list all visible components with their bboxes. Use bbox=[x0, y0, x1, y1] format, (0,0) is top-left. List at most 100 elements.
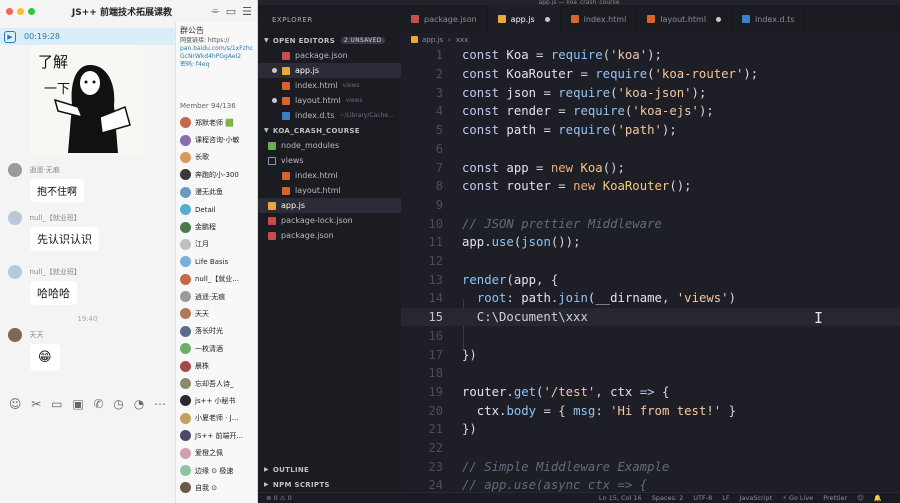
status-item[interactable]: 🔔 bbox=[874, 494, 882, 502]
member-item[interactable]: 落长时光 bbox=[176, 323, 257, 340]
message-bubble[interactable]: 抱不住啊 bbox=[30, 179, 84, 202]
code-line[interactable]: 8 const router = new KoaRouter(); bbox=[401, 177, 900, 196]
code-line[interactable]: 20 ctx.body = { msg: 'Hi from test!' } bbox=[401, 401, 900, 420]
clock-icon[interactable]: ◔ bbox=[134, 397, 144, 411]
project-tree-item[interactable]: app.js bbox=[258, 198, 401, 213]
breadcrumb-file[interactable]: app.js bbox=[422, 36, 443, 44]
member-item[interactable]: 郑默老师 🟩 bbox=[176, 114, 257, 131]
project-tree-item[interactable]: layout.html bbox=[258, 183, 401, 198]
folder-icon[interactable]: ▭ bbox=[226, 5, 236, 18]
status-item[interactable]: LF bbox=[722, 494, 729, 502]
settings-icon[interactable]: ☰ bbox=[242, 5, 252, 18]
code-line[interactable]: 22 bbox=[401, 439, 900, 458]
image-icon[interactable]: ▣ bbox=[72, 397, 83, 411]
message-bubble[interactable]: 😁 bbox=[30, 344, 60, 371]
open-editor-item[interactable]: index.d.ts ~/Library/Cache... bbox=[258, 108, 401, 123]
project-tree-item[interactable]: package-lock.json bbox=[258, 213, 401, 228]
code-line[interactable]: 15 C:\Document\xxx bbox=[401, 307, 900, 327]
message-bubble[interactable]: 先认识认识 bbox=[30, 227, 99, 251]
code-line[interactable]: 14 root: path.join(__dirname, 'views') bbox=[401, 289, 900, 308]
unsaved-dot-icon[interactable] bbox=[272, 68, 277, 73]
code-line[interactable]: 12 bbox=[401, 252, 900, 271]
code-line[interactable]: 1 const Koa = require('koa'); bbox=[401, 46, 900, 65]
message-bubble[interactable]: 哈哈哈 bbox=[30, 281, 77, 305]
code-editor[interactable]: 1 const Koa = require('koa'); 2 const KoaRo… bbox=[401, 46, 900, 492]
code-line[interactable]: 7 const app = new Koa(); bbox=[401, 158, 900, 177]
member-item[interactable]: 金鹏程 bbox=[176, 218, 257, 235]
code-line[interactable]: 21}) bbox=[401, 420, 900, 439]
unsaved-dot-icon[interactable] bbox=[716, 16, 722, 22]
live-timer-bar[interactable]: ▶ 00:19:28 bbox=[0, 28, 175, 45]
code-line[interactable]: 5 const path = require('path'); bbox=[401, 121, 900, 140]
member-item[interactable]: js++ 小秘书 bbox=[176, 392, 257, 409]
code-line[interactable]: 24 // app.use(async ctx => { bbox=[401, 476, 900, 492]
code-line[interactable]: 10 // JSON prettier Middleware bbox=[401, 214, 900, 233]
member-item[interactable]: 爱橙之佩 bbox=[176, 444, 257, 461]
status-item[interactable]: ⚡ Go Live bbox=[782, 494, 813, 502]
open-editor-item[interactable]: layout.html views bbox=[258, 93, 401, 108]
emoji-icon[interactable]: ☺ bbox=[9, 397, 22, 411]
sticker-image[interactable]: 了解 一下 bbox=[30, 45, 144, 155]
code-line[interactable]: 17}) bbox=[401, 345, 900, 364]
member-item[interactable]: 长歌 bbox=[176, 149, 257, 166]
project-header[interactable]: ▼ KOA_CRASH_COURSE bbox=[258, 123, 401, 138]
minimize-window-button[interactable] bbox=[17, 7, 24, 15]
screen-share-icon[interactable]: ⌯ bbox=[211, 4, 220, 18]
member-item[interactable]: 忘却吾人诗_ bbox=[176, 375, 257, 392]
member-item[interactable]: 小夏老师 · J... bbox=[176, 410, 257, 427]
member-item[interactable]: 一枚清酒 bbox=[176, 340, 257, 357]
more-icon[interactable]: ⋯ bbox=[154, 397, 166, 411]
unsaved-dot-icon[interactable] bbox=[272, 98, 277, 103]
editor-tab[interactable]: index.d.ts bbox=[732, 5, 806, 33]
open-editor-item[interactable]: index.html views bbox=[258, 78, 401, 93]
status-item[interactable]: UTF-8 bbox=[693, 494, 712, 502]
member-item[interactable]: null_【就业... bbox=[176, 271, 257, 288]
status-item[interactable]: Ln 15, Col 16 bbox=[599, 494, 642, 502]
status-item[interactable]: Spaces: 2 bbox=[652, 494, 684, 502]
status-item[interactable]: Prettier bbox=[823, 494, 847, 502]
open-editors-header[interactable]: ▼ OPEN EDITORS 2 UNSAVED bbox=[258, 33, 401, 48]
open-editor-item[interactable]: package.json bbox=[258, 48, 401, 63]
group-notice-link[interactable]: GcNrWkd4hPGgAeI2 bbox=[180, 53, 254, 61]
code-line[interactable]: 13 render(app, { bbox=[401, 270, 900, 289]
member-item[interactable]: 逍遥·无痕 bbox=[176, 288, 257, 305]
close-window-button[interactable] bbox=[6, 7, 13, 15]
code-line[interactable]: 9 bbox=[401, 196, 900, 215]
editor-tab[interactable]: package.json bbox=[401, 5, 488, 33]
breadcrumb-symbol[interactable]: xxx bbox=[456, 36, 468, 44]
open-editor-item[interactable]: app.js bbox=[258, 63, 401, 78]
member-item[interactable]: Life Basis bbox=[176, 253, 257, 270]
unsaved-dot-icon[interactable] bbox=[544, 16, 550, 22]
history-icon[interactable]: ◷ bbox=[113, 397, 123, 411]
code-line[interactable]: 18 bbox=[401, 364, 900, 383]
member-item[interactable]: 天天 bbox=[176, 305, 257, 322]
member-item[interactable]: Detail bbox=[176, 201, 257, 218]
editor-tab[interactable]: index.html bbox=[561, 5, 638, 33]
code-line[interactable]: 19 router.get('/test', ctx => { bbox=[401, 383, 900, 402]
code-line[interactable]: 23 // Simple Middleware Example bbox=[401, 457, 900, 476]
project-tree-item[interactable]: index.html bbox=[258, 168, 401, 183]
group-notice-link[interactable]: pan.baidu.com/s/1xFzhc bbox=[180, 45, 254, 53]
member-item[interactable]: 课程咨询-小敏 bbox=[176, 131, 257, 148]
editor-tab[interactable]: layout.html bbox=[637, 5, 733, 33]
member-item[interactable]: 江月 bbox=[176, 236, 257, 253]
code-line[interactable]: 2 const KoaRouter = require('koa-router')… bbox=[401, 65, 900, 84]
member-item[interactable]: 漫无此鱼 bbox=[176, 184, 257, 201]
avatar[interactable] bbox=[8, 163, 22, 177]
code-line[interactable]: 4 const render = require('koa-ejs'); bbox=[401, 102, 900, 121]
npm-scripts-header[interactable]: ▶ NPM SCRIPTS bbox=[258, 477, 401, 492]
scissors-icon[interactable]: ✂ bbox=[31, 397, 41, 411]
avatar[interactable] bbox=[8, 265, 22, 279]
project-tree-item[interactable]: package.json bbox=[258, 228, 401, 243]
avatar[interactable] bbox=[8, 328, 22, 342]
maximize-window-button[interactable] bbox=[28, 7, 35, 15]
avatar[interactable] bbox=[8, 211, 22, 225]
status-item[interactable]: ☺ bbox=[857, 494, 864, 502]
editor-tab[interactable]: app.js bbox=[487, 5, 561, 33]
phone-icon[interactable]: ✆ bbox=[93, 397, 103, 411]
member-item[interactable]: 自我 ⊙ bbox=[176, 479, 257, 496]
member-item[interactable]: 边缘 ⊙ 极速 bbox=[176, 462, 257, 479]
code-line[interactable]: 16 bbox=[401, 327, 900, 346]
outline-header[interactable]: ▶ OUTLINE bbox=[258, 462, 401, 477]
project-tree-item[interactable]: views bbox=[258, 153, 401, 168]
